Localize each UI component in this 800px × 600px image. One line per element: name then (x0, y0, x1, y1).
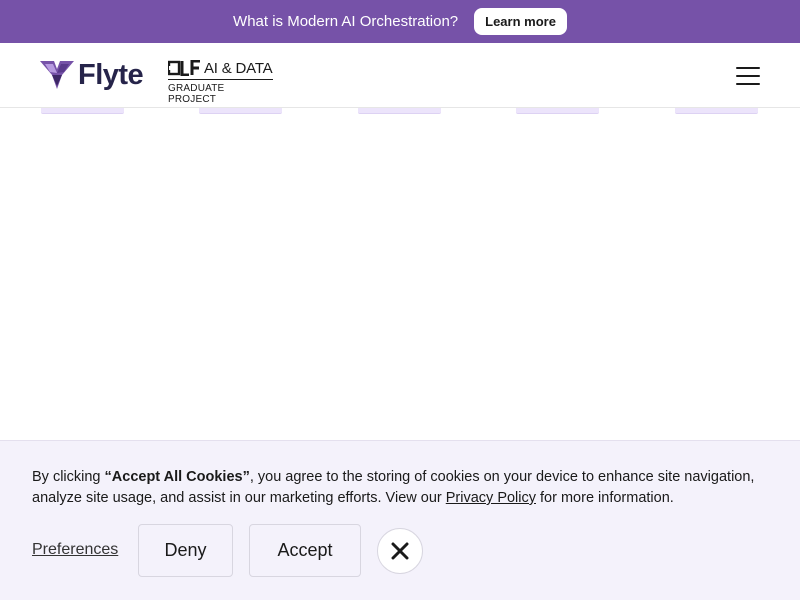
preferences-link[interactable]: Preferences (32, 541, 118, 559)
content-tabs-strip (0, 108, 800, 116)
flyte-wordmark: Flyte (78, 58, 144, 91)
privacy-policy-link[interactable]: Privacy Policy (446, 490, 536, 506)
announcement-bar: What is Modern AI Orchestration? Learn m… (0, 0, 800, 43)
lf-logo-icon (168, 60, 200, 76)
tab-pill[interactable] (675, 108, 758, 114)
lf-ai-data-text: AI & DATA (204, 59, 273, 77)
hamburger-menu-icon[interactable] (736, 67, 760, 87)
lf-divider (168, 79, 273, 80)
accept-button[interactable]: Accept (249, 524, 361, 577)
announcement-text: What is Modern AI Orchestration? (233, 13, 459, 30)
lf-ai-data-logo[interactable]: AI & DATA GRADUATE PROJECT (168, 59, 273, 105)
accept-all-cookies-emphasis: “Accept All Cookies” (104, 469, 250, 485)
close-banner-button[interactable] (377, 528, 423, 574)
flyte-logo-icon (40, 61, 74, 89)
top-navigation: Flyte AI & DATA GRADUATE PROJECT (0, 43, 800, 108)
tab-pill[interactable] (41, 108, 124, 114)
cookie-message: By clicking “Accept All Cookies”, you ag… (32, 469, 755, 506)
deny-button[interactable]: Deny (138, 524, 233, 577)
tab-pill[interactable] (358, 108, 441, 114)
flyte-logo[interactable]: Flyte (40, 58, 144, 91)
close-icon (391, 542, 409, 560)
tab-pill[interactable] (516, 108, 599, 114)
tab-pill[interactable] (199, 108, 282, 114)
graduate-project-text: GRADUATE PROJECT (168, 83, 225, 105)
cookie-consent-banner: By clicking “Accept All Cookies”, you ag… (0, 440, 800, 600)
learn-more-button[interactable]: Learn more (474, 8, 567, 35)
